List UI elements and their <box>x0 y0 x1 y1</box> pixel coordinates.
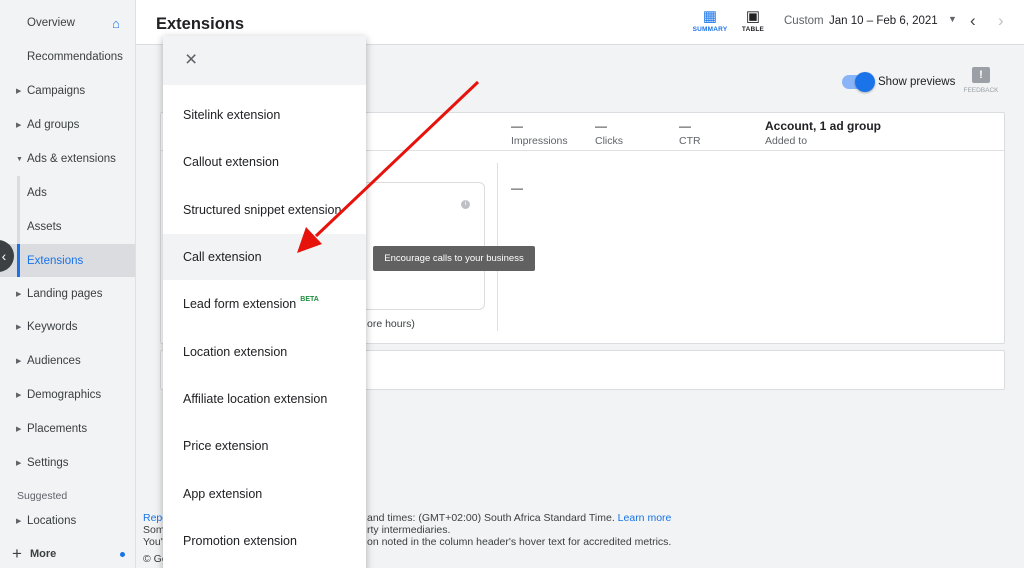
call-extension-tooltip: Encourage calls to your business <box>373 246 535 271</box>
caret-right-icon: ▶ <box>16 358 22 365</box>
menu-item-app[interactable]: App extension <box>163 471 366 517</box>
sidebar-item-demographics[interactable]: ▶ Demographics <box>0 379 135 411</box>
sidebar-item-ads[interactable]: Ads <box>0 176 135 210</box>
page-title: Extensions <box>156 15 245 33</box>
info-icon[interactable]: i <box>461 200 470 209</box>
menu-item-structured-snippet[interactable]: Structured snippet extension <box>163 187 366 233</box>
menu-item-callout[interactable]: Callout extension <box>163 139 366 185</box>
sidebar-item-audiences[interactable]: ▶ Audiences <box>0 345 135 377</box>
caret-right-icon: ▶ <box>16 324 22 331</box>
suggested-heading: Suggested <box>17 490 68 502</box>
feedback-button[interactable]: ! FEEDBACK <box>962 67 1000 94</box>
dashboard-icon: ▦ <box>702 8 718 25</box>
hours-text: ore hours) <box>367 318 415 330</box>
menu-item-location[interactable]: Location extension <box>163 329 366 375</box>
menu-item-sitelink[interactable]: Sitelink extension <box>163 92 366 138</box>
menu-item-price[interactable]: Price extension <box>163 423 366 469</box>
sidebar-item-campaigns[interactable]: ▶ Campaigns <box>0 75 135 107</box>
sidebar-item-extensions[interactable]: Extensions <box>0 244 135 277</box>
sidebar-item-ad-groups[interactable]: ▶ Ad groups <box>0 109 135 141</box>
more-button[interactable]: + More <box>12 544 132 563</box>
sidebar-item-locations[interactable]: ▶ Locations <box>0 505 135 537</box>
footer-line: Som <box>143 524 165 536</box>
caret-right-icon: ▶ <box>16 392 22 399</box>
sidebar-item-ads-extensions[interactable]: ▼ Ads & extensions <box>0 143 135 175</box>
chevron-right-icon[interactable]: › <box>998 11 1004 31</box>
extension-type-menu: × Sitelink extension Callout extension S… <box>163 36 366 568</box>
clicks-metric: — Clicks <box>595 119 623 147</box>
date-range-selector[interactable]: Jan 10 – Feb 6, 2021 <box>829 15 938 27</box>
ctr-metric: — CTR <box>679 119 701 147</box>
chevron-down-icon[interactable]: ▼ <box>948 14 957 24</box>
summary-view-button[interactable]: ▦ SUMMARY <box>690 8 730 40</box>
empty-value: — <box>511 181 523 195</box>
feedback-icon: ! <box>972 67 990 83</box>
menu-item-lead-form[interactable]: Lead form extension BETA <box>163 281 366 327</box>
sidebar-item-overview[interactable]: Overview ⌂ <box>0 7 135 39</box>
sidebar-item-placements[interactable]: ▶ Placements <box>0 413 135 445</box>
added-to-metric: Account, 1 ad group Added to <box>765 119 882 147</box>
sidebar-item-settings[interactable]: ▶ Settings <box>0 447 135 479</box>
learn-more-link[interactable]: Learn more <box>618 512 672 524</box>
home-icon: ⌂ <box>112 15 120 31</box>
caret-right-icon: ▶ <box>16 426 22 433</box>
chevron-left-icon[interactable]: ‹ <box>970 11 976 31</box>
plus-icon: + <box>12 544 22 563</box>
menu-item-call[interactable]: Call extension <box>163 234 366 280</box>
sidebar-item-landing-pages[interactable]: ▶ Landing pages <box>0 278 135 310</box>
caret-right-icon: ▶ <box>16 88 22 95</box>
beta-badge: BETA <box>300 295 319 303</box>
footer-line: You' <box>143 536 163 548</box>
menu-item-promotion[interactable]: Promotion extension <box>163 518 366 564</box>
sidebar-item-recommendations[interactable]: Recommendations <box>0 41 135 73</box>
caret-right-icon: ▶ <box>16 518 22 525</box>
table-view-button[interactable]: ▣ TABLE <box>733 8 773 40</box>
menu-header: × <box>163 36 366 85</box>
notification-dot <box>120 552 125 557</box>
date-range-type: Custom <box>784 15 824 27</box>
caret-down-icon: ▼ <box>16 155 23 163</box>
sidebar-item-assets[interactable]: Assets <box>0 210 135 244</box>
menu-item-affiliate-location[interactable]: Affiliate location extension <box>163 376 366 422</box>
footer-line: and times: (GMT+02:00) South Africa Stan… <box>367 512 672 524</box>
caret-right-icon: ▶ <box>16 460 22 467</box>
impressions-metric: — Impressions <box>511 119 568 147</box>
show-previews-label: Show previews <box>878 76 956 88</box>
sidebar-item-keywords[interactable]: ▶ Keywords <box>0 311 135 343</box>
sidebar: Overview ⌂ Recommendations ▶ Campaigns ▶… <box>0 0 136 568</box>
show-previews-toggle[interactable] <box>842 72 875 92</box>
footer-line: rty intermediaries. <box>367 524 451 536</box>
table-icon: ▣ <box>745 8 761 25</box>
close-icon[interactable]: × <box>185 49 197 71</box>
caret-right-icon: ▶ <box>16 291 22 298</box>
caret-right-icon: ▶ <box>16 122 22 129</box>
footer-line: on noted in the column header's hover te… <box>367 536 672 548</box>
